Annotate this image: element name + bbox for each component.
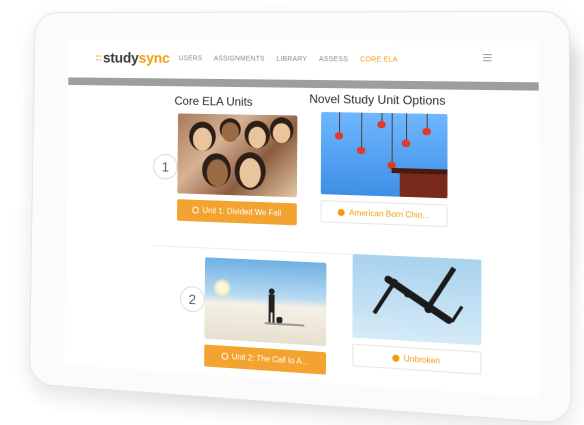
tablet-frame: ::studysync USERS ASSIGNMENTS LIBRARY AS… [28,10,572,425]
unit-2-card[interactable]: Unit 2: The Call to A... [204,257,327,375]
lanterns-photo [320,111,448,199]
american-born-chinese-card[interactable]: American Born Chin... [320,111,448,228]
unit-2-photo [204,257,327,347]
play-circle-icon [392,354,400,363]
row-number-1: 1 [153,153,178,180]
studysync-logo[interactable]: ::studysync [96,50,170,67]
nav-item-users[interactable]: USERS [179,55,203,62]
top-nav: ::studysync USERS ASSIGNMENTS LIBRARY AS… [68,39,539,83]
hamburger-menu-icon[interactable] [483,54,492,62]
unit-1-card[interactable]: Unit 1: Divided We Fall [176,113,298,226]
row-number-2: 2 [179,285,205,313]
nav-item-core-ela[interactable]: CORE ELA [360,56,398,63]
core-ela-units-title: Core ELA Units [174,93,253,109]
play-circle-icon [192,206,199,214]
unbroken-button[interactable]: Unbroken [352,343,482,375]
novel-study-title: Novel Study Unit Options [309,91,446,108]
airplane-photo [352,253,482,346]
unit-1-photo [177,113,298,198]
unit-1-button[interactable]: Unit 1: Divided We Fall [176,199,297,226]
nav-menu: USERS ASSIGNMENTS LIBRARY ASSESS CORE EL… [179,55,398,63]
screen: ::studysync USERS ASSIGNMENTS LIBRARY AS… [64,39,540,398]
play-circle-icon [338,208,346,217]
play-circle-icon [221,352,229,360]
nav-item-assess[interactable]: ASSESS [319,56,348,63]
nav-item-library[interactable]: LIBRARY [276,56,307,63]
unbroken-card[interactable]: Unbroken [352,253,482,375]
nav-item-assignments[interactable]: ASSIGNMENTS [214,56,265,63]
american-born-chinese-button[interactable]: American Born Chin... [320,200,448,228]
unit-2-button[interactable]: Unit 2: The Call to A... [204,344,327,375]
